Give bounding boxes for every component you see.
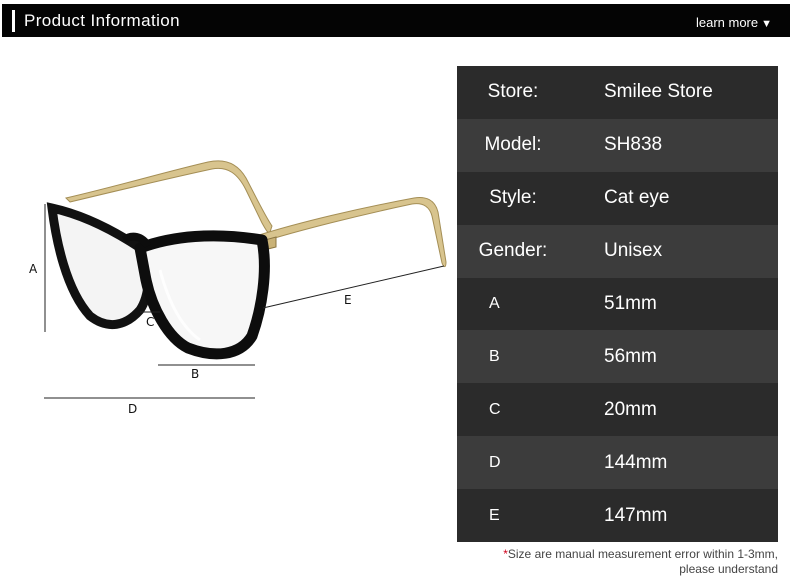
section-title: Product Information xyxy=(24,11,180,30)
spec-key: B xyxy=(489,347,500,365)
spec-key: Gender: xyxy=(478,240,548,262)
spec-value: 56mm xyxy=(604,345,657,367)
spec-key: C xyxy=(489,400,501,418)
spec-key: Model: xyxy=(484,134,542,156)
dimension-label-b: B xyxy=(191,367,200,381)
glasses-illustration xyxy=(44,160,447,399)
spec-key: E xyxy=(489,506,500,524)
spec-value: Cat eye xyxy=(604,187,670,209)
spec-key: Style: xyxy=(489,187,537,209)
spec-row-store: Store: Smilee Store xyxy=(457,66,778,119)
header-accent-bar xyxy=(12,10,15,32)
spec-row-gender: Gender: Unisex xyxy=(457,224,778,278)
measurement-note: *Size are manual measurement error withi… xyxy=(458,547,778,577)
spec-value: 20mm xyxy=(604,398,657,420)
spec-value: Smilee Store xyxy=(604,81,713,103)
spec-table: Store: Smilee Store Model: SH838 Style: … xyxy=(457,66,778,543)
dimension-label-c: C xyxy=(146,315,155,329)
spec-key: Store: xyxy=(487,81,539,103)
dimension-label-d: D xyxy=(128,402,138,416)
spec-value: 51mm xyxy=(604,293,657,314)
header-bar: Product Information learn more ▼ xyxy=(2,4,790,37)
glasses-diagram: A C B D E xyxy=(0,40,450,480)
spec-value: SH838 xyxy=(604,134,663,156)
learn-more-label: learn more xyxy=(695,15,759,30)
note-line-2: please understand xyxy=(679,562,778,576)
dimension-label-a: A xyxy=(29,262,38,276)
spec-row-model: Model: SH838 xyxy=(457,118,778,172)
spec-row-e: E 147mm xyxy=(457,489,778,543)
spec-value: 147mm xyxy=(604,504,668,526)
spec-row-d: D 144mm xyxy=(457,436,778,490)
spec-key: D xyxy=(489,453,501,471)
spec-key: A xyxy=(489,295,500,312)
spec-row-a: A 51mm xyxy=(457,277,778,331)
spec-row-c: C 20mm xyxy=(457,383,778,437)
learn-more-link[interactable]: learn more ▼ xyxy=(696,15,772,32)
chevron-down-icon: ▼ xyxy=(761,18,772,30)
spec-row-b: B 56mm xyxy=(457,330,778,384)
spec-row-style: Style: Cat eye xyxy=(457,171,778,225)
note-line-1: Size are manual measurement error within… xyxy=(507,547,778,561)
spec-value: Unisex xyxy=(604,240,663,262)
spec-value: 144mm xyxy=(604,451,668,473)
dimension-label-e: E xyxy=(344,293,352,307)
